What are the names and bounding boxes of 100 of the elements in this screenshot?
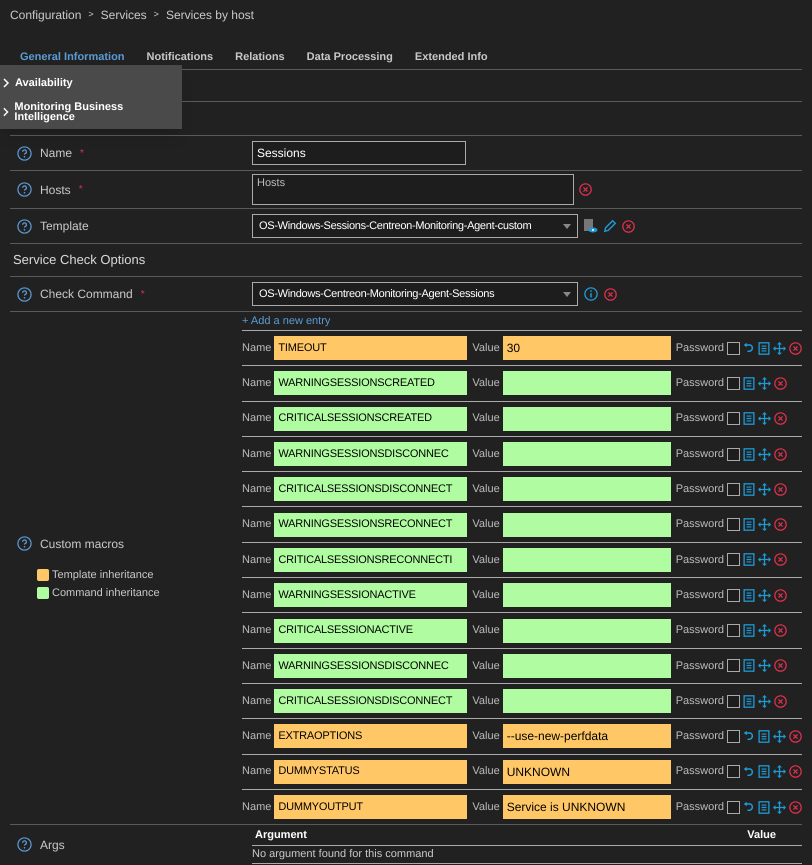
macro-value-field[interactable] — [502, 583, 671, 608]
list-icon[interactable] — [758, 800, 770, 814]
undo-icon[interactable] — [743, 801, 755, 813]
macro-value-field[interactable] — [502, 548, 671, 572]
hosts-field[interactable]: Hosts — [252, 174, 574, 205]
macro-value-field[interactable] — [502, 618, 671, 643]
list-icon[interactable] — [743, 553, 755, 566]
list-icon[interactable] — [743, 376, 755, 390]
move-icon[interactable] — [773, 800, 786, 814]
breadcrumb-link[interactable]: Configuration — [10, 6, 82, 24]
delete-icon[interactable] — [789, 765, 802, 778]
move-icon[interactable] — [758, 412, 771, 426]
help-icon[interactable] — [17, 218, 32, 234]
password-checkbox[interactable] — [727, 800, 740, 814]
tab[interactable]: General Information — [20, 49, 125, 66]
list-icon[interactable] — [743, 694, 755, 708]
tab[interactable]: Data Processing — [306, 49, 393, 66]
macro-name-field[interactable]: CRITICALSESSIONSRECONNECTI — [274, 548, 468, 572]
view-icon[interactable] — [583, 218, 598, 234]
breadcrumb-link[interactable]: Services — [100, 6, 147, 24]
password-checkbox[interactable] — [727, 448, 740, 461]
delete-icon[interactable] — [789, 730, 802, 743]
macro-name-field[interactable]: WARNINGSESSIONSCREATED — [274, 371, 468, 396]
macro-name-field[interactable]: CRITICALSESSIONSDISCONNECT — [274, 689, 468, 714]
password-checkbox[interactable] — [727, 553, 740, 566]
help-icon[interactable] — [17, 182, 32, 197]
password-checkbox[interactable] — [727, 342, 740, 355]
menu-item[interactable]: Availability — [0, 68, 182, 97]
move-icon[interactable] — [758, 482, 771, 496]
delete-icon[interactable] — [774, 588, 787, 602]
add-entry-link[interactable]: + Add a new entry — [242, 312, 330, 330]
move-icon[interactable] — [758, 694, 771, 708]
delete-icon[interactable] — [622, 220, 635, 232]
macro-value-field[interactable]: --use-new-perfdata — [502, 724, 671, 748]
move-icon[interactable] — [758, 376, 771, 390]
macro-value-field[interactable] — [502, 512, 671, 537]
macro-value-field[interactable]: UNKNOWN — [502, 760, 671, 784]
macro-name-field[interactable]: WARNINGSESSIONSDISCONNEC — [274, 654, 468, 678]
move-icon[interactable] — [758, 588, 771, 602]
macro-name-field[interactable]: TIMEOUT — [274, 336, 468, 360]
delete-icon[interactable] — [774, 376, 787, 390]
delete-icon[interactable] — [774, 412, 787, 426]
macro-value-field[interactable] — [502, 689, 671, 714]
delete-icon[interactable] — [774, 624, 787, 638]
macro-value-field[interactable]: 30 — [502, 336, 671, 360]
breadcrumb-link[interactable]: Services by host — [166, 6, 254, 24]
undo-icon[interactable] — [743, 342, 755, 354]
password-checkbox[interactable] — [727, 518, 740, 532]
delete-icon[interactable] — [774, 482, 787, 496]
macro-name-field[interactable]: DUMMYOUTPUT — [274, 795, 468, 819]
macro-value-field[interactable] — [502, 371, 671, 396]
menu-item[interactable]: Monitoring Business Intelligence — [0, 97, 182, 126]
password-checkbox[interactable] — [727, 482, 740, 496]
move-icon[interactable] — [758, 624, 771, 638]
undo-icon[interactable] — [743, 766, 755, 778]
help-icon[interactable] — [17, 286, 32, 302]
macro-name-field[interactable]: EXTRAOPTIONS — [274, 724, 468, 748]
delete-icon[interactable] — [774, 553, 787, 566]
macro-value-field[interactable] — [502, 406, 671, 431]
password-checkbox[interactable] — [727, 694, 740, 708]
pencil-icon[interactable] — [603, 219, 617, 233]
macro-name-field[interactable]: DUMMYSTATUS — [274, 760, 468, 784]
select-field[interactable]: OS-Windows-Centreon-Monitoring-Agent-Sessions — [252, 282, 578, 306]
move-icon[interactable] — [758, 448, 771, 461]
password-checkbox[interactable] — [727, 624, 740, 638]
help-icon[interactable] — [17, 837, 32, 852]
macro-value-field[interactable] — [502, 442, 671, 466]
move-icon[interactable] — [758, 518, 771, 532]
list-icon[interactable] — [758, 342, 770, 355]
help-icon[interactable] — [17, 146, 32, 160]
delete-icon[interactable] — [579, 183, 592, 196]
delete-icon[interactable] — [604, 288, 617, 300]
list-icon[interactable] — [743, 518, 755, 532]
help-icon[interactable] — [17, 536, 32, 552]
macro-value-field[interactable] — [502, 654, 671, 678]
macro-value-field[interactable] — [502, 477, 671, 502]
macro-name-field[interactable]: WARNINGSESSIONACTIVE — [274, 583, 468, 608]
move-icon[interactable] — [758, 553, 771, 566]
tab[interactable]: Extended Info — [414, 49, 488, 66]
list-icon[interactable] — [743, 659, 755, 672]
move-icon[interactable] — [773, 730, 786, 743]
list-icon[interactable] — [743, 482, 755, 496]
delete-icon[interactable] — [774, 659, 787, 672]
delete-icon[interactable] — [774, 448, 787, 461]
password-checkbox[interactable] — [727, 588, 740, 602]
password-checkbox[interactable] — [727, 765, 740, 778]
macro-name-field[interactable]: WARNINGSESSIONSRECONNECT — [274, 512, 468, 537]
list-icon[interactable] — [758, 730, 770, 743]
macro-name-field[interactable]: WARNINGSESSIONSDISCONNEC — [274, 442, 468, 466]
delete-icon[interactable] — [774, 518, 787, 532]
name-input[interactable]: Sessions — [252, 141, 466, 165]
list-icon[interactable] — [743, 412, 755, 426]
delete-icon[interactable] — [789, 342, 802, 355]
macro-name-field[interactable]: CRITICALSESSIONSDISCONNECT — [274, 477, 468, 502]
password-checkbox[interactable] — [727, 376, 740, 390]
list-icon[interactable] — [743, 624, 755, 638]
macro-value-field[interactable]: Service is UNKNOWN — [502, 795, 671, 819]
info-icon[interactable] — [584, 287, 598, 301]
delete-icon[interactable] — [789, 800, 802, 814]
password-checkbox[interactable] — [727, 412, 740, 426]
